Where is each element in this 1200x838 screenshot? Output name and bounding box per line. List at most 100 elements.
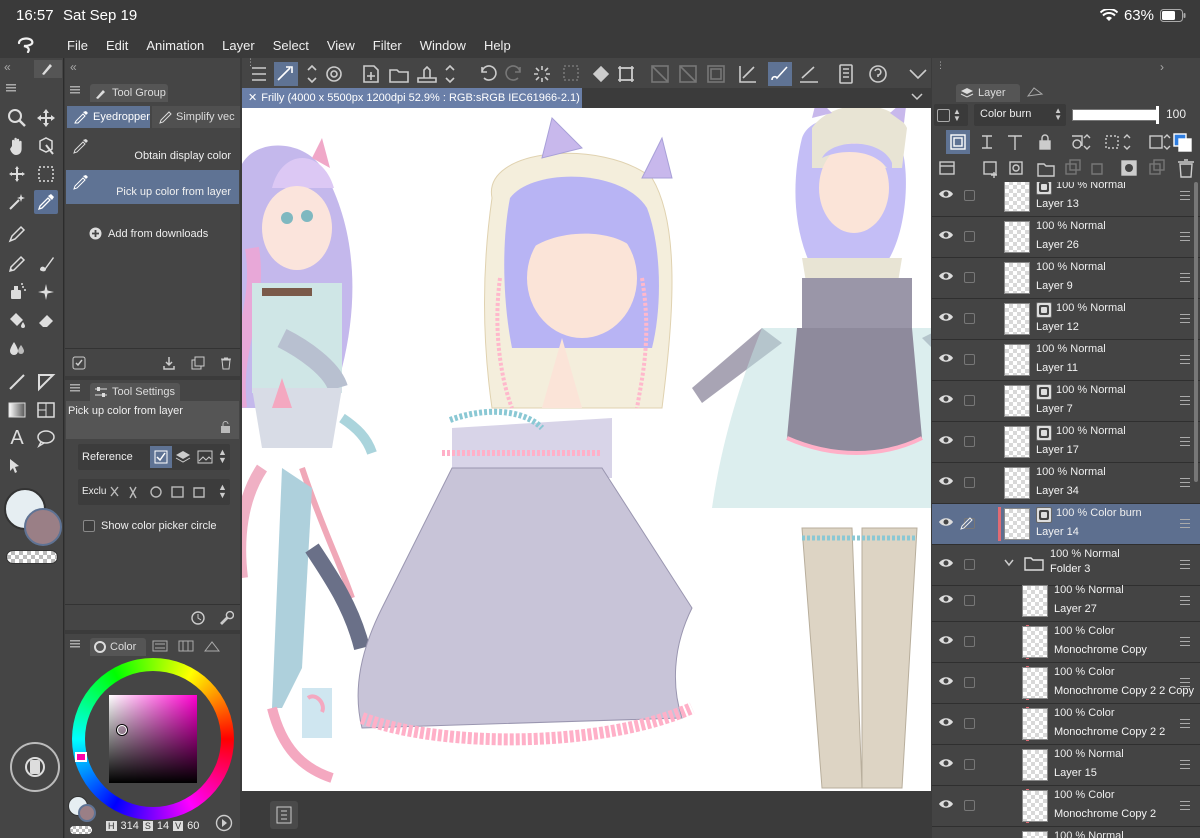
visibility-eye-icon[interactable] [938,716,954,728]
drag-handle-icon[interactable] [1180,519,1190,531]
transform-tool-icon[interactable] [5,162,29,186]
tool-tab[interactable] [34,60,62,78]
reference-check-icon[interactable] [150,446,172,468]
wrench-icon[interactable] [218,610,234,626]
correct-line-tool-icon[interactable] [5,454,29,478]
layer-row[interactable]: 100 % Normal Layer 12 [932,299,1200,340]
layer-list-scrollbar[interactable] [1194,182,1198,482]
menu-select[interactable]: Select [264,38,318,53]
drag-handle-icon[interactable] [1180,478,1190,490]
layer-lock-checkbox[interactable] [964,436,975,447]
exclude-option-icon[interactable] [108,484,218,500]
sv-picker-handle[interactable] [117,725,127,735]
drag-handle-icon[interactable] [1180,596,1190,608]
chevron-down-icon[interactable] [911,92,923,102]
visibility-eye-icon[interactable] [938,798,954,810]
subtool-pick-up-color-from-layer[interactable]: Pick up color from layer [66,170,239,204]
layer-lock-checkbox[interactable] [964,477,975,488]
intermediate-color-tab-icon[interactable] [204,640,220,652]
drag-handle-icon[interactable] [1180,314,1190,326]
layer-lock-checkbox[interactable] [964,395,975,406]
auto-select-tool-icon[interactable] [5,190,29,214]
panel-menu-icon[interactable] [70,86,80,94]
menu-layer[interactable]: Layer [213,38,264,53]
reset-icon[interactable] [190,610,206,626]
visibility-eye-icon[interactable] [938,352,954,364]
layer-row[interactable]: 100 % Normal [932,827,1200,838]
drag-handle-icon[interactable] [1180,273,1190,285]
duplicate-icon[interactable] [191,356,205,370]
settings-check-icon[interactable] [72,356,86,370]
visibility-eye-icon[interactable] [938,434,954,446]
eyedropper-tool-icon[interactable] [34,190,58,214]
trash-icon[interactable] [219,356,233,370]
collapse-icon[interactable]: « [70,60,77,74]
app-logo-icon[interactable] [0,37,58,53]
layer-row[interactable]: 100 % Normal Layer 11 [932,340,1200,381]
tab-layer[interactable]: Layer [956,84,1020,102]
opacity-slider-handle[interactable] [1156,106,1159,124]
chevron-updown-icon[interactable]: ▲ ▼ [218,448,227,465]
menu-file[interactable]: File [58,38,97,53]
visibility-eye-icon[interactable] [938,757,954,769]
collapse-left-icon[interactable]: « [4,60,11,74]
drag-handle-icon[interactable] [1180,760,1190,772]
visibility-eye-icon[interactable] [938,516,954,528]
menu-edit[interactable]: Edit [97,38,137,53]
chevron-updown-icon[interactable]: ▲ ▼ [218,483,227,500]
layer-lock-checkbox[interactable] [964,272,975,283]
hue-handle[interactable] [75,752,87,762]
layer-row[interactable]: 100 % Normal Layer 15 [932,745,1200,786]
zoom-tool-icon[interactable] [5,106,29,130]
visibility-eye-icon[interactable] [938,270,954,282]
drag-handle-icon[interactable] [1180,678,1190,690]
layer-lock-checkbox[interactable] [964,354,975,365]
menu-help[interactable]: Help [475,38,520,53]
drag-handle-icon[interactable] [1180,396,1190,408]
eraser-tool-icon[interactable] [34,308,58,332]
folder-expand-chevron-icon[interactable] [1004,559,1014,567]
saturation-value-square[interactable] [109,695,197,783]
modifier-key-button[interactable] [10,742,60,792]
image-icon[interactable] [197,449,213,465]
drag-handle-icon[interactable] [1180,801,1190,813]
selection-tool-icon[interactable] [34,162,58,186]
visibility-eye-icon[interactable] [938,593,954,605]
layer-row[interactable]: 100 % Color Monochrome Copy 2 [932,786,1200,827]
layer-lock-checkbox[interactable] [964,800,975,811]
blend-tool-icon[interactable] [5,336,29,360]
move-tool-icon[interactable] [34,106,58,130]
drag-handle-icon[interactable] [1180,191,1190,203]
text-tool-icon[interactable]: A [5,426,29,450]
layer-row[interactable]: 100 % Color Monochrome Copy 2 2 Copy [932,663,1200,704]
layer-lock-checkbox[interactable] [964,677,975,688]
drag-handle-icon[interactable] [1180,437,1190,449]
lock-icon[interactable] [220,421,231,433]
layer-row[interactable]: 100 % Normal Layer 27 [932,581,1200,622]
mini-sub-color[interactable] [78,804,96,822]
tab-tool-group[interactable]: Tool Group [90,84,168,102]
hand-tool-icon[interactable] [5,134,29,158]
menu-filter[interactable]: Filter [364,38,411,53]
opacity-slider[interactable] [1072,109,1158,121]
visibility-eye-icon[interactable] [938,229,954,241]
visibility-eye-icon[interactable] [938,475,954,487]
drawing-canvas[interactable] [242,108,931,791]
layers-icon[interactable] [175,449,191,465]
fill-tool-icon[interactable] [5,308,29,332]
layer-lock-checkbox[interactable] [964,636,975,647]
tab-tool-settings[interactable]: Tool Settings [90,383,180,401]
layer-row[interactable]: 100 % Normal Layer 9 [932,258,1200,299]
airbrush-tool-icon[interactable] [5,280,29,304]
object-tool-icon[interactable] [34,134,58,158]
panel-menu-icon[interactable] [70,640,80,648]
frame-tool-icon[interactable] [34,370,58,394]
mini-transparent-color[interactable] [70,826,92,834]
panel-frame-tool-icon[interactable] [34,398,58,422]
color-slider-tab-icon[interactable] [152,640,168,652]
brush-tool-icon[interactable] [34,252,58,276]
opacity-value[interactable]: 100 [1166,107,1186,121]
layer-row[interactable]: 100 % Color Monochrome Copy 2 2 [932,704,1200,745]
close-tab-icon[interactable]: ✕ [248,92,257,104]
layer-row[interactable]: 100 % Color burn Layer 14 [932,504,1200,545]
